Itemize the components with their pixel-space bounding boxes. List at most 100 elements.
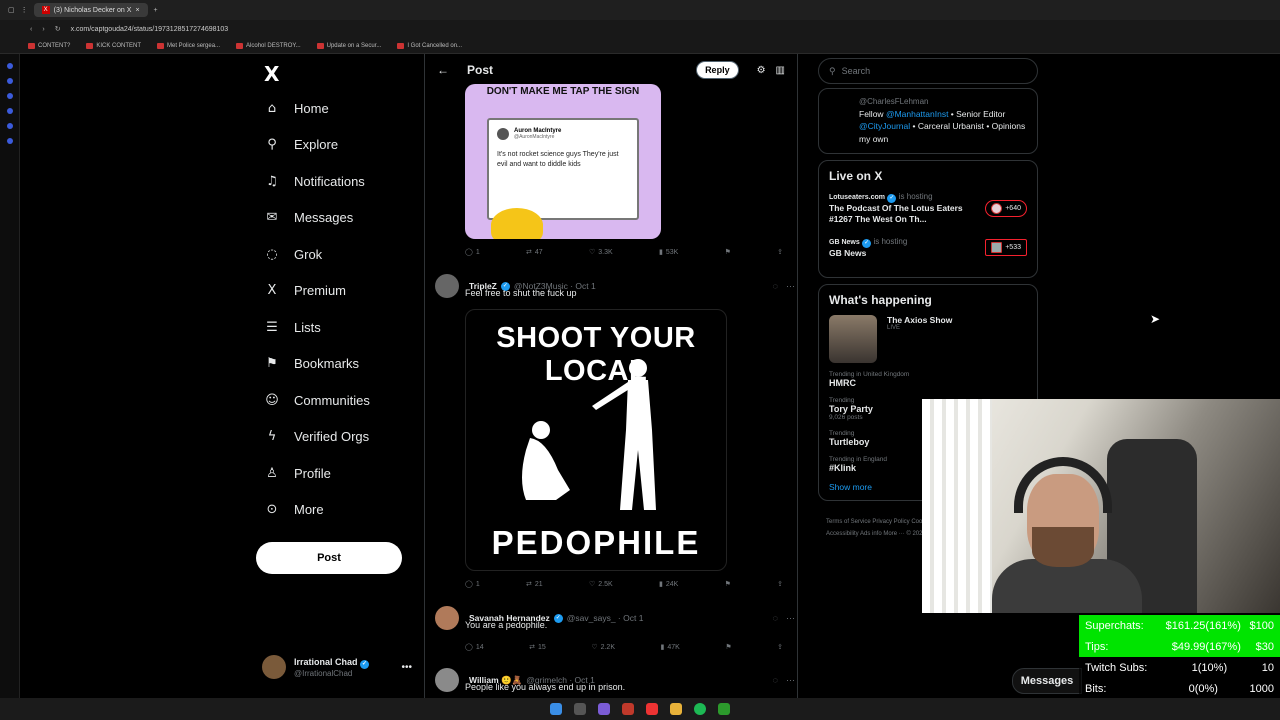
share-action[interactable]: ⇪ bbox=[777, 580, 783, 588]
chrome-icon[interactable] bbox=[646, 703, 658, 715]
share-action[interactable]: ⇪ bbox=[777, 643, 783, 651]
tweet[interactable]: William 🙂🧸 @grimelch · Oct 1 ◌ ··· People… bbox=[435, 668, 795, 692]
tweet-handle[interactable]: @sav_says_ · Oct 1 bbox=[567, 613, 644, 623]
bookmark-item[interactable]: Met Police sergea... bbox=[157, 42, 220, 49]
side-app-icon[interactable] bbox=[6, 78, 13, 84]
nav-item-more[interactable]: ⊙ More bbox=[256, 492, 416, 529]
back-arrow-icon[interactable]: ← bbox=[437, 63, 449, 77]
avatar[interactable] bbox=[435, 274, 459, 298]
search-input[interactable]: ⚲ Search bbox=[818, 58, 1038, 84]
meme-image-tap-the-sign[interactable]: DON'T MAKE ME TAP THE SIGN Auron MacInty… bbox=[465, 84, 661, 239]
meme-bottom-text: PEDOPHILE bbox=[491, 524, 701, 561]
reply-action[interactable]: ◯ 1 bbox=[465, 248, 480, 257]
reply-action[interactable]: ◯ 14 bbox=[465, 643, 484, 652]
window-icon[interactable]: ▢ bbox=[8, 6, 15, 14]
nav-item-profile[interactable]: ♙ Profile bbox=[256, 455, 416, 492]
bookmark-item[interactable]: Update on a Secur... bbox=[316, 42, 381, 49]
grok-icon[interactable]: ◌ bbox=[773, 281, 778, 291]
bookmark-action[interactable]: ⚑ bbox=[725, 248, 731, 256]
nav-label: Communities bbox=[294, 392, 370, 408]
more-icon[interactable]: ··· bbox=[786, 675, 795, 685]
avatar[interactable] bbox=[435, 668, 459, 692]
like-action[interactable]: ♡ 2.2K bbox=[591, 643, 615, 652]
live-item[interactable]: GB News ✓ is hosting GB News +533 bbox=[829, 236, 1027, 259]
browser-tab-active[interactable]: X (3) Nicholas Decker on X × bbox=[33, 3, 148, 17]
layout-icon[interactable]: ▥ bbox=[776, 65, 785, 76]
nav-item-explore[interactable]: ⚲ Explore bbox=[256, 127, 416, 164]
side-app-icon[interactable] bbox=[6, 93, 13, 99]
tweet[interactable]: Savanah Hernandez ✓ @sav_says_ · Oct 1 ◌… bbox=[435, 606, 795, 630]
meme-image-shoot[interactable]: SHOOT YOUR LOCAL PEDOPHILE bbox=[465, 309, 727, 571]
more-icon[interactable]: ··· bbox=[786, 613, 795, 623]
reply-button[interactable]: Reply bbox=[696, 61, 739, 79]
like-action[interactable]: ♡ 2.5K bbox=[589, 580, 613, 589]
more-icon[interactable]: ··· bbox=[786, 281, 795, 291]
live-listener-badge[interactable]: +533 bbox=[985, 239, 1027, 257]
live-show-item[interactable]: The Axios Show LIVE bbox=[829, 315, 1027, 364]
reply-action[interactable]: ◯ 1 bbox=[465, 580, 480, 589]
tweet[interactable]: TripleZ ✓ @NotZ3Music · Oct 1 ◌ ··· Feel … bbox=[435, 274, 795, 298]
reload-icon[interactable]: ↻ bbox=[55, 25, 61, 33]
app-icon[interactable] bbox=[622, 703, 634, 715]
spotify-icon[interactable] bbox=[694, 703, 706, 715]
url-field[interactable]: x.com/captgouda24/status/197312851727469… bbox=[71, 26, 229, 33]
x-logo[interactable]: X bbox=[256, 58, 416, 90]
nav-item-grok[interactable]: ◌ Grok bbox=[256, 236, 416, 273]
x-favicon-icon: X bbox=[41, 6, 50, 14]
trend-item[interactable]: Trending in United Kingdom HMRC bbox=[829, 371, 1027, 388]
nav-item-home[interactable]: ⌂ Home bbox=[256, 90, 416, 127]
bookmark-item[interactable]: I Got Cancelled on... bbox=[397, 42, 462, 49]
side-app-icon[interactable] bbox=[6, 63, 13, 69]
tab-close-icon[interactable]: × bbox=[135, 7, 139, 14]
more-options-icon[interactable]: ••• bbox=[401, 662, 412, 673]
repost-action[interactable]: ⇄ 47 bbox=[526, 248, 543, 257]
new-tab-icon[interactable]: + bbox=[154, 7, 158, 14]
profile-card[interactable]: @CharlesFLehman Fellow @ManhattanInst • … bbox=[818, 88, 1038, 154]
views-action[interactable]: ▮ 47K bbox=[661, 643, 680, 652]
nav-item-bookmarks[interactable]: ⚑ Bookmarks bbox=[256, 346, 416, 383]
post-button[interactable]: Post bbox=[256, 542, 402, 574]
views-action[interactable]: ▮ 24K bbox=[659, 580, 678, 589]
grok-icon[interactable]: ◌ bbox=[773, 613, 778, 623]
grok-icon[interactable]: ◌ bbox=[773, 675, 778, 685]
app-icon[interactable] bbox=[598, 703, 610, 715]
bio-link[interactable]: @ManhattanInst bbox=[886, 109, 949, 119]
side-app-icon[interactable] bbox=[6, 123, 13, 129]
views-action[interactable]: ▮ 53K bbox=[659, 248, 678, 257]
profile-handle[interactable]: @CharlesFLehman bbox=[859, 97, 1027, 106]
bookmark-action[interactable]: ⚑ bbox=[725, 580, 731, 588]
tweet-text: People like you always end up in prison. bbox=[465, 682, 626, 692]
bookmark-action[interactable]: ⚑ bbox=[725, 643, 731, 651]
avatar[interactable] bbox=[435, 606, 459, 630]
nav-item-premium[interactable]: X Premium bbox=[256, 273, 416, 310]
live-item[interactable]: Lotuseaters.com ✓ is hosting The Podcast… bbox=[829, 191, 1027, 226]
nav-item-notifications[interactable]: ♫ Notifications bbox=[256, 163, 416, 200]
like-action[interactable]: ♡ 3.3K bbox=[589, 248, 613, 257]
bio-link[interactable]: @CityJournal bbox=[859, 121, 910, 131]
share-action[interactable]: ⇪ bbox=[777, 248, 783, 256]
nav-item-lists[interactable]: ☰ Lists bbox=[256, 309, 416, 346]
folder-icon[interactable] bbox=[670, 703, 682, 715]
side-app-icon[interactable] bbox=[6, 138, 13, 144]
start-icon[interactable] bbox=[550, 703, 562, 715]
repost-action[interactable]: ⇄ 15 bbox=[529, 643, 546, 652]
xbox-icon[interactable] bbox=[718, 703, 730, 715]
bookmark-item[interactable]: CONTENT? bbox=[28, 42, 70, 49]
messages-drawer-tab[interactable]: Messages bbox=[1012, 668, 1082, 694]
back-nav-icon[interactable]: ‹ bbox=[30, 26, 32, 33]
search-icon[interactable] bbox=[574, 703, 586, 715]
repost-action[interactable]: ⇄ 21 bbox=[526, 580, 543, 589]
section-title: Live on X bbox=[829, 168, 883, 183]
goal-label: Twitch Subs: bbox=[1085, 661, 1148, 674]
bookmark-item[interactable]: Alcohol DESTROY... bbox=[236, 42, 301, 49]
side-app-icon[interactable] bbox=[6, 108, 13, 114]
tab-list-icon[interactable]: ⋮ bbox=[21, 6, 28, 14]
bookmark-item[interactable]: KICK CONTENT bbox=[86, 42, 141, 49]
nav-item-verified-orgs[interactable]: ϟ Verified Orgs bbox=[256, 419, 416, 456]
filter-icon[interactable]: ⚙ bbox=[757, 65, 766, 76]
nav-item-communities[interactable]: ☺ Communities bbox=[256, 382, 416, 419]
live-listener-badge[interactable]: +640 bbox=[985, 199, 1027, 217]
nav-item-messages[interactable]: ✉ Messages bbox=[256, 200, 416, 237]
account-switcher[interactable]: Irrational Chad ✓ @IrrationalChad ••• bbox=[262, 655, 412, 679]
forward-nav-icon[interactable]: › bbox=[42, 26, 44, 33]
